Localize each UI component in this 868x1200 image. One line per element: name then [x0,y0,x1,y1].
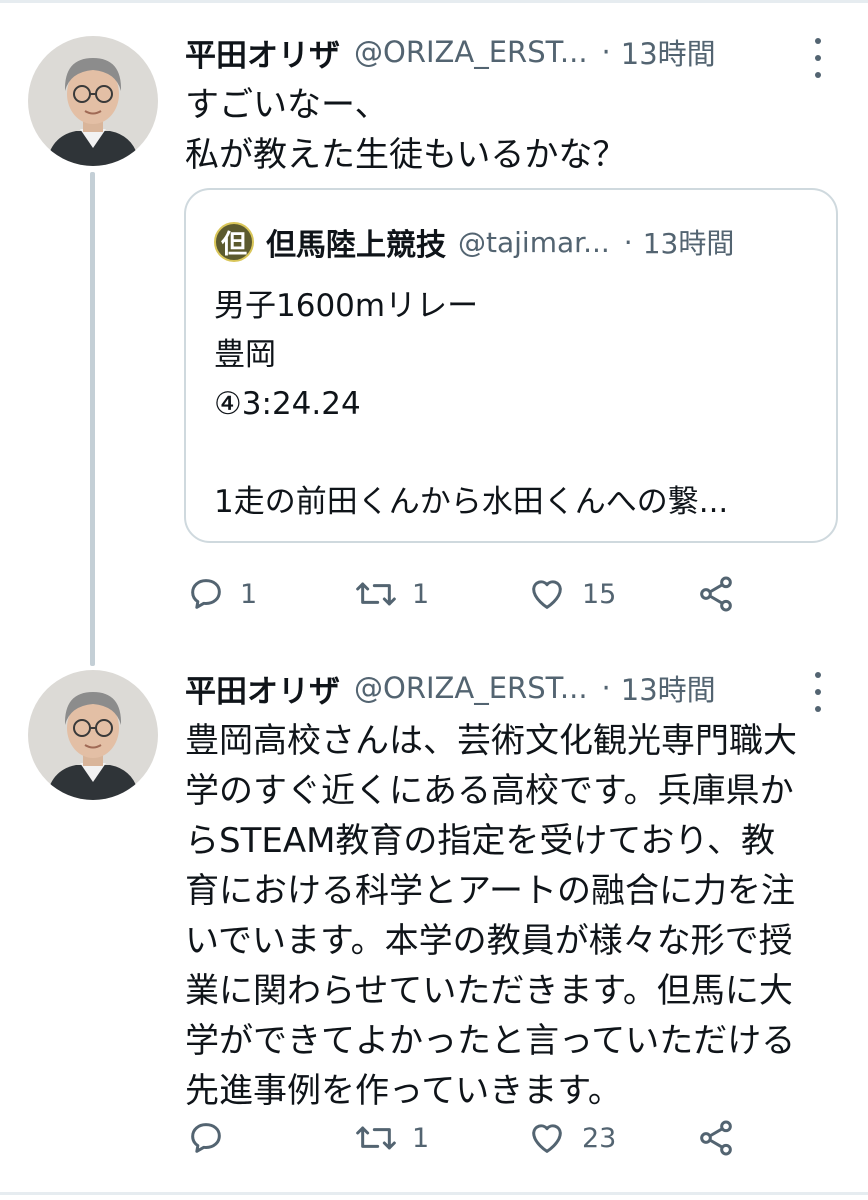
text-line: いでいます。本学の教員が様々な形で授 [185,921,793,961]
reply-icon [191,1123,221,1153]
text-line: 学ができてよかったと言っていただける [185,1021,796,1061]
text-line: 豊岡高校さんは、芸術文化観光専門職大 [185,721,797,761]
more-icon[interactable] [808,672,828,712]
tweet-text: 豊岡高校さんは、芸術文化観光専門職大 学のすぐ近くにある高校です。兵庫県か らS… [185,716,845,1116]
separator-dot: · [623,225,633,259]
tweet-actions: 1 23 [186,1116,746,1160]
separator-dot: · [601,35,611,69]
author-avatar[interactable] [28,36,158,166]
reply-count: 1 [240,578,258,610]
author-avatar[interactable] [28,670,158,800]
text-line: 学のすぐ近くにある高校です。兵庫県か [185,771,794,811]
retweet-count: 1 [412,1122,430,1154]
retweet-icon [356,582,396,606]
text-line: 私が教えた生徒もいるかな？ [185,135,627,175]
reply-button[interactable] [186,1116,240,1160]
text-line: 育における科学とアートの融合に力を注 [185,871,795,911]
author-name[interactable]: 平田オリザ [185,30,340,75]
like-button[interactable]: 23 [526,1116,616,1160]
tweet-actions: 1 1 15 [186,572,746,616]
timestamp[interactable]: 13時間 [621,667,716,709]
share-icon [700,576,732,612]
bottom-divider [0,1192,868,1195]
retweet-count: 1 [412,578,430,610]
quote-timestamp: 13時間 [642,227,735,260]
like-button[interactable]: 15 [526,572,616,616]
quote-header: 但 但馬陸上競技 @tajimar... · 13時間 [214,220,734,264]
quote-author-name: 但馬陸上競技 [266,228,446,263]
like-icon [532,580,562,609]
author-handle[interactable]: @ORIZA_ERST... [354,35,588,69]
like-count: 15 [582,578,617,610]
retweet-icon [356,1126,396,1150]
quote-avatar: 但 [214,222,254,262]
like-count: 23 [582,1122,617,1154]
tweet-header: 平田オリザ @ORIZA_ERST... · 13時間 [185,664,716,712]
share-button[interactable] [696,572,736,616]
thread-connector [90,172,95,666]
separator-dot: · [601,671,611,705]
retweet-button[interactable]: 1 [354,572,429,616]
quote-text: 男子1600mリレー 豊岡 ④3:24.24 1走の前田くんから水田くんへの繋.… [214,282,728,527]
timestamp[interactable]: 13時間 [621,31,716,73]
retweet-button[interactable]: 1 [354,1116,429,1160]
like-icon [532,1124,562,1153]
text-line: すごいなー、 [185,85,389,125]
tweet-text: すごいなー、 私が教えた生徒もいるかな？ [185,80,845,180]
text-line: 先進事例を作っていきます。 [185,1071,622,1111]
text-line [214,429,728,478]
share-button[interactable] [696,1116,736,1160]
quote-author-handle: @tajimar... [458,225,610,259]
tweet-header: 平田オリザ @ORIZA_ERST... · 13時間 [185,28,716,76]
text-line: 1走の前田くんから水田くんへの繋... [214,484,729,520]
quoted-tweet[interactable]: 但 但馬陸上競技 @tajimar... · 13時間 男子1600mリレー 豊… [184,188,838,543]
text-line: 業に関わらせていただきます。但馬に大 [185,971,793,1011]
top-divider [0,0,868,3]
text-line: 男子1600mリレー [214,288,479,324]
author-name[interactable]: 平田オリザ [185,666,340,711]
text-line: ④3:24.24 [214,386,361,422]
reply-button[interactable]: 1 [186,572,257,616]
author-handle[interactable]: @ORIZA_ERST... [354,671,588,705]
text-line: らSTEAM教育の指定を受けており、教 [185,821,776,861]
more-icon[interactable] [808,38,828,78]
text-line: 豊岡 [214,337,276,373]
reply-icon [191,579,221,609]
share-icon [700,1120,732,1156]
